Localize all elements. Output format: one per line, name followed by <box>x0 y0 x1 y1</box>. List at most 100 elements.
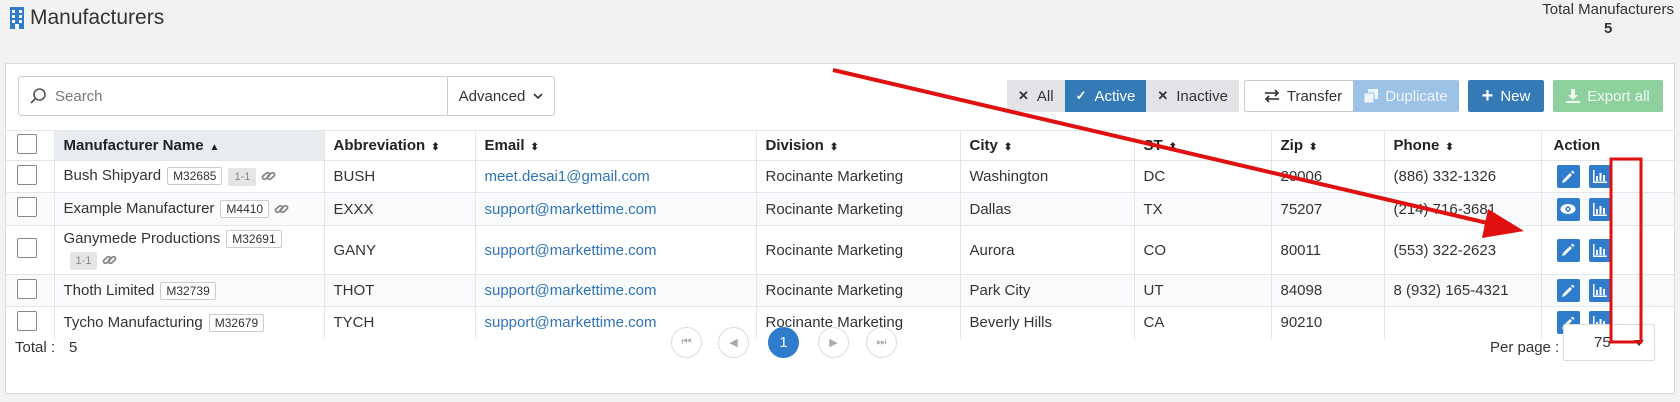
transfer-icon <box>1264 89 1279 103</box>
action-buttons <box>1551 197 1675 221</box>
report-button[interactable] <box>1588 197 1612 221</box>
filter-active-button[interactable]: ✓ Active <box>1064 80 1147 112</box>
advanced-search-button[interactable]: Advanced <box>447 76 555 116</box>
row-select-cell <box>6 160 55 193</box>
division-cell: Rocinante Marketing <box>756 225 961 275</box>
duplicate-button[interactable]: Duplicate <box>1353 80 1459 112</box>
column-header-phone[interactable]: Phone ⬍ <box>1384 130 1542 161</box>
column-header-abbreviation[interactable]: Abbreviation ⬍ <box>324 130 476 161</box>
next-page-button[interactable]: ▶ <box>818 327 849 358</box>
check-icon: ✓ <box>1075 88 1087 103</box>
sort-icon: ⬍ <box>1003 142 1013 153</box>
manufacturer-code-badge: M32691 <box>226 230 282 248</box>
action-buttons <box>1551 279 1675 302</box>
manufacturer-name[interactable]: Example Manufacturer <box>64 200 215 217</box>
transfer-button[interactable]: Transfer <box>1244 80 1362 112</box>
building-icon <box>10 7 24 29</box>
city-cell: Aurora <box>960 225 1135 275</box>
state-cell: TX <box>1134 192 1272 226</box>
row-select-cell <box>6 225 55 275</box>
report-button[interactable] <box>1588 165 1612 188</box>
select-all-checkbox[interactable] <box>17 133 37 154</box>
city-cell: Park City <box>960 274 1135 307</box>
row-checkbox[interactable] <box>17 197 37 217</box>
action-buttons <box>1551 165 1675 188</box>
report-button[interactable] <box>1588 279 1612 302</box>
link-icon[interactable] <box>102 253 117 267</box>
email-link[interactable]: support@markettime.com <box>485 282 657 299</box>
sort-icon: ⬍ <box>829 142 839 153</box>
row-checkbox[interactable] <box>17 238 37 258</box>
filter-active-label: Active <box>1094 87 1136 105</box>
chevron-down-icon <box>533 93 543 100</box>
table-row: Bush Shipyard M32685 1-1 BUSH meet.desai1@gm… <box>6 160 1675 193</box>
column-header-st[interactable]: ST ⬍ <box>1134 130 1272 161</box>
pencil-icon <box>1561 170 1575 184</box>
search-box[interactable] <box>18 76 448 116</box>
row-select-cell <box>6 192 55 226</box>
view-button[interactable] <box>1556 197 1580 221</box>
new-button[interactable]: + New <box>1468 80 1544 112</box>
plus-icon: + <box>1481 84 1494 107</box>
x-icon: ✕ <box>1157 88 1169 103</box>
row-checkbox[interactable] <box>17 278 37 299</box>
name-cell: Thoth Limited M32739 <box>54 274 325 307</box>
table-row: Example Manufacturer M4410 EXXX support@mar… <box>6 192 1675 226</box>
link-icon[interactable] <box>274 202 289 216</box>
link-icon[interactable] <box>261 169 276 183</box>
division-cell: Rocinante Marketing <box>756 160 961 193</box>
eye-icon <box>1560 203 1576 215</box>
sort-icon: ⬍ <box>1445 142 1454 153</box>
sort-asc-icon: ▲ <box>209 142 220 153</box>
manufacturer-name[interactable]: Thoth Limited <box>64 282 155 299</box>
export-all-button[interactable]: Export all <box>1553 80 1663 112</box>
report-button[interactable] <box>1588 238 1612 262</box>
table-row: Ganymede Productions M32691 1-1 GANY support… <box>6 225 1674 275</box>
page-title-text: Manufacturers <box>30 6 165 29</box>
duplicate-label: Duplicate <box>1385 87 1448 105</box>
last-page-button[interactable]: ⏭ <box>866 327 897 358</box>
transfer-label: Transfer <box>1286 87 1343 105</box>
email-link[interactable]: meet.desai1@gmail.com <box>485 168 650 185</box>
email-link[interactable]: support@markettime.com <box>485 201 657 218</box>
toolbar: Advanced ✕ All ✓ Active ✕ Inactive Trans… <box>6 64 1674 130</box>
column-header-label: City <box>969 137 998 154</box>
page-1-button[interactable]: 1 <box>768 327 799 358</box>
column-header-city[interactable]: City ⬍ <box>960 130 1135 161</box>
manufacturer-name[interactable]: Ganymede Productions <box>64 230 221 247</box>
edit-button[interactable] <box>1556 165 1580 188</box>
column-header-zip[interactable]: Zip ⬍ <box>1271 130 1385 161</box>
search-input[interactable] <box>55 87 425 105</box>
email-link[interactable]: support@markettime.com <box>485 242 657 259</box>
chart-icon <box>1593 243 1607 257</box>
manufacturer-name[interactable]: Bush Shipyard <box>64 167 162 184</box>
row-checkbox[interactable] <box>17 164 37 185</box>
export-all-label: Export all <box>1587 87 1650 105</box>
column-header-label: Phone <box>1393 137 1440 154</box>
status-filter-group: ✕ All ✓ Active ✕ Inactive <box>1007 80 1239 112</box>
per-page-select[interactable]: 75 <box>1563 324 1655 361</box>
zip-cell: 20006 <box>1271 160 1385 193</box>
search-icon <box>30 88 46 104</box>
sort-icon: ⬍ <box>1309 142 1318 153</box>
page-title: Manufacturers <box>10 6 164 30</box>
edit-button[interactable] <box>1556 279 1580 302</box>
column-header-name[interactable]: Manufacturer Name ▲ <box>54 130 325 161</box>
filter-inactive-button[interactable]: ✕ Inactive <box>1146 80 1239 112</box>
abbreviation-cell: THOT <box>324 274 476 307</box>
manufacturers-panel: Advanced ✕ All ✓ Active ✕ Inactive Trans… <box>5 63 1675 394</box>
manufacturer-code-badge: M32739 <box>160 281 216 300</box>
chart-icon <box>1593 170 1607 183</box>
select-all-cell <box>6 130 55 161</box>
edit-button[interactable] <box>1556 238 1580 262</box>
column-header-email[interactable]: Email ⬍ <box>475 130 757 161</box>
filter-all-button[interactable]: ✕ All <box>1007 80 1065 112</box>
page-number: 1 <box>779 334 788 351</box>
first-page-button[interactable]: ⏮ <box>671 327 702 358</box>
division-cell: Rocinante Marketing <box>756 274 961 307</box>
state-cell: DC <box>1134 160 1272 193</box>
action-cell <box>1541 274 1675 307</box>
prev-page-button[interactable]: ◀ <box>718 327 749 358</box>
abbreviation-cell: EXXX <box>324 192 476 226</box>
column-header-division[interactable]: Division ⬍ <box>756 130 961 161</box>
